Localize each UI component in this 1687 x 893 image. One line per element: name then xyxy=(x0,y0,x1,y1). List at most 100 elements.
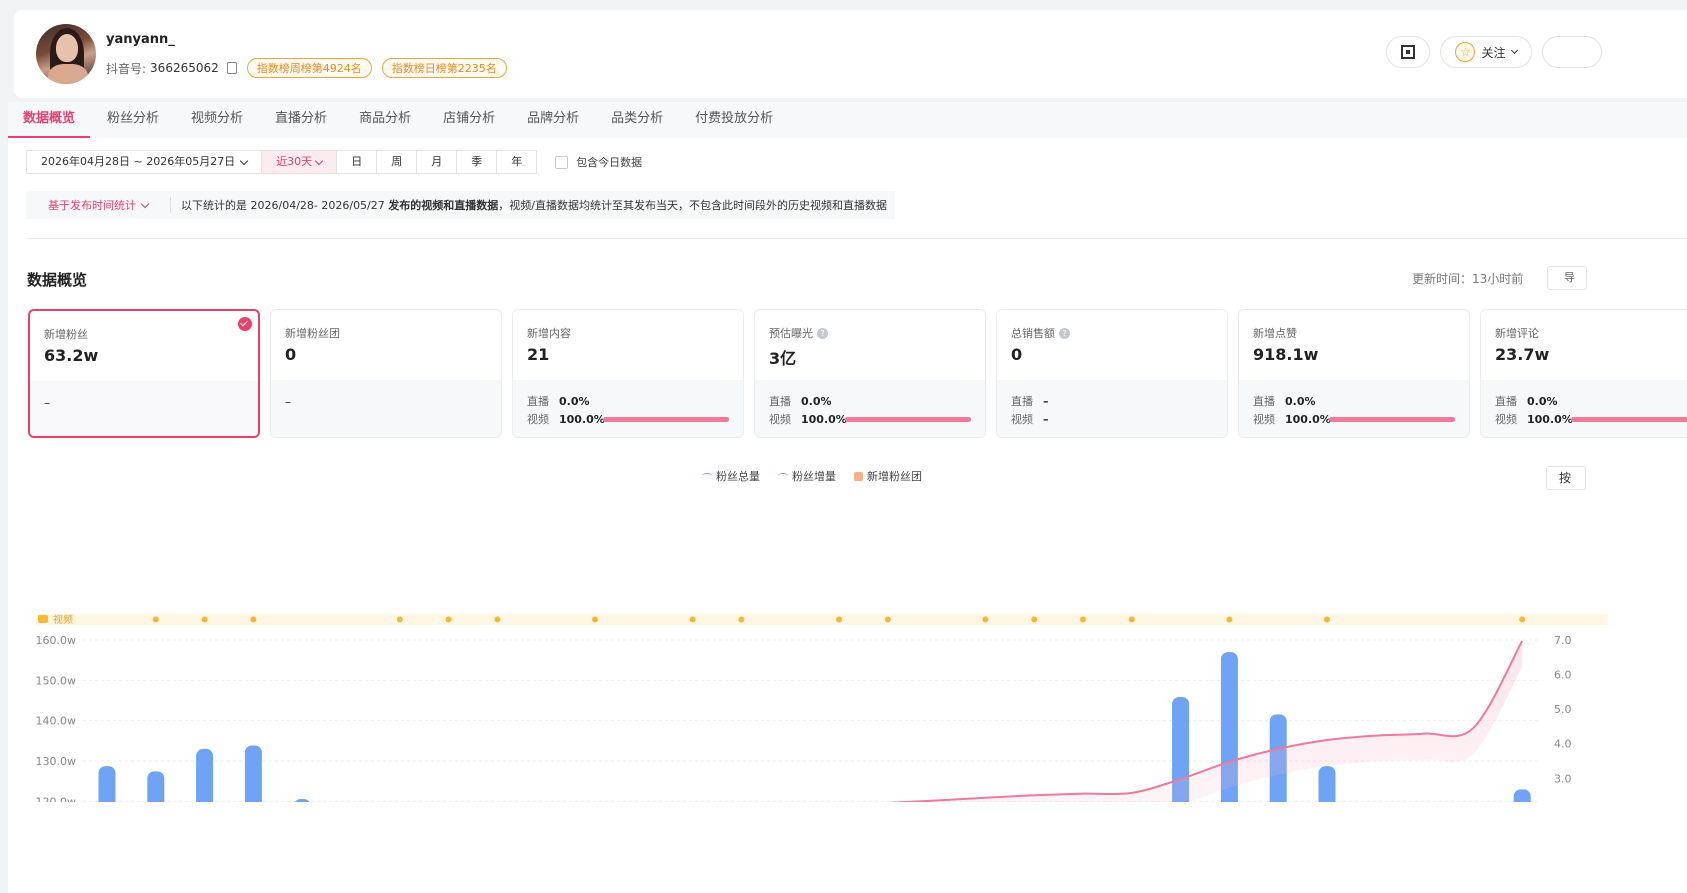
video-value: – xyxy=(1043,412,1049,426)
metric-card-top: 新增内容 21 xyxy=(513,310,743,380)
metric-value: 63.2w xyxy=(44,346,99,365)
tab-live[interactable]: 直播分析 xyxy=(260,102,342,138)
metric-card-bottom: 直播 0.0% 视频 100.0% xyxy=(513,380,743,437)
metric-card-top: 新增粉丝团 0 xyxy=(271,310,501,380)
metric-label-text: 预估曝光 xyxy=(769,327,813,340)
metric-card[interactable]: 总销售额? 0 直播 – 视频 – xyxy=(996,309,1228,438)
tab-brand[interactable]: 品牌分析 xyxy=(512,102,594,138)
period-day[interactable]: 日 xyxy=(337,150,378,174)
video-day-dot xyxy=(1031,616,1038,623)
video-ratio-bar xyxy=(845,416,971,422)
metric-card[interactable]: 预估曝光? 3亿 直播 0.0% 视频 100.0% xyxy=(754,309,986,438)
metric-label-text: 新增评论 xyxy=(1495,327,1539,340)
period-year[interactable]: 年 xyxy=(497,150,538,174)
metric-card[interactable]: 新增粉丝 63.2w – xyxy=(28,309,260,438)
period-quarter[interactable]: 季 xyxy=(457,150,498,174)
chevron-down-icon xyxy=(1510,46,1518,55)
video-value: 100.0% xyxy=(1527,412,1573,426)
metric-value: 3亿 xyxy=(769,349,797,368)
right-axis-tick: 7.0 xyxy=(1554,634,1572,647)
legend-fans-increase[interactable]: 粉丝增量 xyxy=(778,468,836,484)
live-label: 直播 xyxy=(1253,395,1275,408)
fans-chart: 视频100.0w110.0w120.0w130.0w140.0w150.0w16… xyxy=(36,613,1608,802)
legend-line-icon xyxy=(778,473,788,479)
metric-label: 新增粉丝 xyxy=(44,326,244,342)
date-range-value: 2026年04月28日 ~ 2026年05月27日 xyxy=(41,155,236,168)
tab-video[interactable]: 视频分析 xyxy=(176,102,258,138)
qrcode-button[interactable] xyxy=(1386,36,1430,68)
video-day-dot xyxy=(1128,616,1135,623)
bar-fans-increase xyxy=(98,766,116,802)
legend-new-fan-club[interactable]: 新增粉丝团 xyxy=(854,468,922,484)
right-axis-tick: 6.0 xyxy=(1554,669,1572,682)
video-day-dot xyxy=(592,616,598,623)
tab-category[interactable]: 品类分析 xyxy=(596,102,678,138)
metric-card[interactable]: 新增评论 23.7w 直播 0.0% 视频 100.0% xyxy=(1480,309,1687,438)
period-month[interactable]: 月 xyxy=(417,150,458,174)
right-axis-tick: 3.0 xyxy=(1554,772,1572,785)
tab-overview[interactable]: 数据概览 xyxy=(8,102,91,138)
legend-label: 粉丝总量 xyxy=(716,470,760,483)
metric-value: 918.1w xyxy=(1253,345,1319,364)
metric-card[interactable]: 新增点赞 918.1w 直播 0.0% 视频 100.0% xyxy=(1238,309,1470,438)
stat-basis-bar: 基于发布时间统计 以下统计的是 2026/04/28- 2026/05/27 发… xyxy=(26,191,895,219)
live-label: 直播 xyxy=(1495,395,1517,408)
more-button[interactable] xyxy=(1542,36,1602,68)
help-icon[interactable]: ? xyxy=(1059,327,1070,339)
date-range-picker[interactable]: 2026年04月28日 ~ 2026年05月27日 xyxy=(26,150,263,174)
metric-label-text: 总销售额 xyxy=(1011,327,1055,340)
metric-value: 21 xyxy=(527,345,550,364)
daily-rank-badge[interactable]: 指数榜日榜第2235名 xyxy=(381,58,507,78)
sort-button[interactable]: 按 xyxy=(1546,466,1586,490)
avatar[interactable] xyxy=(36,24,96,84)
metric-card-top: 总销售额? 0 xyxy=(997,310,1227,380)
stat-text-prefix: 以下统计的是 2026/04/28- 2026/05/27 xyxy=(181,199,389,212)
video-day-dot xyxy=(1519,616,1526,623)
metric-card[interactable]: 新增粉丝团 0 – xyxy=(270,309,502,438)
chart-legend: 粉丝总量 粉丝增量 新增粉丝团 xyxy=(702,468,922,484)
tab-shop[interactable]: 店铺分析 xyxy=(428,102,510,138)
copy-icon[interactable] xyxy=(226,62,237,74)
stat-mode-dropdown[interactable]: 基于发布时间统计 xyxy=(26,197,171,213)
left-axis-tick: 140.0w xyxy=(36,715,77,728)
tab-fans[interactable]: 粉丝分析 xyxy=(92,102,174,138)
star-icon: ☆ xyxy=(1455,42,1476,62)
bar-fans-increase xyxy=(244,745,262,802)
video-day-dot xyxy=(445,616,452,623)
live-value: 0.0% xyxy=(559,394,590,408)
video-day-dot xyxy=(1226,616,1233,623)
live-label: 直播 xyxy=(769,395,791,408)
metric-card-bottom: 直播 0.0% 视频 100.0% xyxy=(755,380,985,437)
include-today-checkbox[interactable] xyxy=(555,155,569,169)
include-today-option[interactable]: 包含今日数据 xyxy=(555,154,642,170)
tab-goods[interactable]: 商品分析 xyxy=(344,102,426,138)
video-day-dot xyxy=(884,616,891,623)
line-fans-total xyxy=(886,640,1524,802)
metric-label-text: 新增内容 xyxy=(527,327,571,340)
video-label: 视频 xyxy=(769,413,791,426)
tab-paid-ads[interactable]: 付费投放分析 xyxy=(680,102,788,138)
weekly-rank-badge[interactable]: 指数榜周榜第4924名 xyxy=(246,58,372,78)
help-icon[interactable]: ? xyxy=(817,327,828,339)
page: yanyann_ 抖音号: 366265062 指数榜周榜第4924名 指数榜日… xyxy=(0,0,1687,893)
export-button[interactable]: 导 xyxy=(1547,266,1587,290)
metric-card[interactable]: 新增内容 21 直播 0.0% 视频 100.0% xyxy=(512,309,744,438)
bar-fans-increase xyxy=(1513,789,1531,802)
legend-fans-total[interactable]: 粉丝总量 xyxy=(702,468,760,484)
left-axis-tick: 130.0w xyxy=(36,755,77,768)
metric-empty: – xyxy=(44,396,50,410)
video-day-dot xyxy=(494,616,501,623)
legend-square-icon xyxy=(854,471,863,481)
line-shadow xyxy=(907,640,1523,802)
video-day-dot xyxy=(1324,616,1330,623)
chevron-down-icon xyxy=(314,156,324,165)
section-title: 数据概览 xyxy=(27,271,88,289)
metric-card-top: 预估曝光? 3亿 xyxy=(755,310,985,380)
quick-range-30d[interactable]: 近30天 xyxy=(262,150,338,174)
stat-description: 以下统计的是 2026/04/28- 2026/05/27 发布的视频和直播数据… xyxy=(171,197,887,213)
period-week[interactable]: 周 xyxy=(377,150,418,174)
video-day-dot xyxy=(738,616,745,623)
metric-label-text: 新增粉丝 xyxy=(44,328,88,341)
follow-button[interactable]: ☆ 关注 xyxy=(1440,36,1532,68)
live-value: – xyxy=(1043,394,1049,408)
